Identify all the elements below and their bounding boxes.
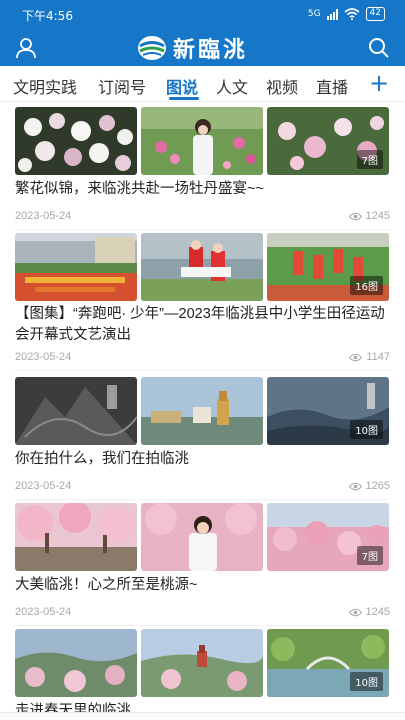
thumbnail[interactable]: 10图	[267, 629, 389, 697]
add-channel-button[interactable]: +	[367, 70, 391, 96]
channel-tabs: 文明实践 订阅号 图说 人文 视频 直播 +	[0, 66, 405, 102]
user-icon	[16, 38, 36, 59]
photo-count-badge: 16图	[350, 276, 383, 295]
item-date: 2023-05-24	[15, 210, 72, 222]
view-count: 1147	[366, 351, 390, 363]
thumbnail-row: 10图	[15, 377, 390, 445]
photo-count-badge: 7图	[356, 150, 383, 169]
thumbnail[interactable]	[15, 503, 137, 571]
user-button[interactable]	[12, 34, 40, 62]
tab-wenming[interactable]: 文明实践	[13, 74, 77, 98]
wifi-icon	[344, 8, 360, 20]
thumbnail[interactable]	[15, 233, 137, 301]
search-icon	[369, 38, 389, 58]
thumbnail[interactable]	[141, 377, 263, 445]
eye-icon	[348, 608, 362, 616]
thumbnail[interactable]: 7图	[267, 107, 389, 175]
battery-icon: 42	[365, 7, 385, 21]
item-views: 1245	[348, 210, 390, 222]
thumbnail[interactable]	[141, 629, 263, 697]
active-tab-indicator	[169, 97, 199, 100]
eye-icon	[348, 212, 362, 220]
item-date: 2023-05-24	[15, 480, 72, 492]
divider	[15, 499, 390, 500]
search-button[interactable]	[365, 34, 393, 62]
view-count: 1265	[365, 480, 390, 492]
item-title[interactable]: 你在拍什么，我们在拍临洮	[15, 449, 395, 470]
photo-feed: 7图 繁花似锦，来临洮共赴一场牡丹盛宴~~ 2023-05-24 1245 16…	[0, 102, 405, 720]
status-time: 下午4:56	[22, 9, 73, 23]
tab-zhibo[interactable]: 直播	[316, 74, 348, 98]
logo-text: 新臨洮	[173, 37, 249, 63]
top-bar: 下午4:56 5G 42 新臨洮	[0, 0, 405, 66]
photo-count-badge: 10图	[350, 420, 383, 439]
view-count: 1245	[365, 210, 390, 222]
view-count: 1245	[365, 606, 390, 618]
eye-icon	[349, 353, 363, 361]
tab-renwen[interactable]: 人文	[216, 74, 248, 98]
app-logo: 新臨洮	[137, 32, 248, 64]
item-date: 2023-05-24	[15, 351, 72, 363]
item-title[interactable]: 【图集】“奔跑吧· 少年”—2023年临洮县中小学生田径运动会开幕式文艺演出	[15, 304, 395, 346]
tab-dingyue[interactable]: 订阅号	[98, 74, 146, 98]
thumbnail[interactable]	[15, 629, 137, 697]
divider	[15, 625, 390, 626]
photo-count-badge: 7图	[356, 546, 383, 565]
thumbnail-row: 16图	[15, 233, 390, 301]
divider	[15, 229, 390, 230]
tab-shipin[interactable]: 视频	[266, 74, 298, 98]
item-views: 1147	[349, 351, 390, 363]
signal-icon	[326, 8, 338, 20]
thumbnail[interactable]	[15, 107, 137, 175]
thumbnail[interactable]	[141, 503, 263, 571]
thumbnail[interactable]: 10图	[267, 377, 389, 445]
app-header: 新臨洮	[0, 30, 405, 66]
tab-tushuo[interactable]: 图说	[166, 74, 198, 98]
thumbnail[interactable]: 7图	[267, 503, 389, 571]
item-date: 2023-05-24	[15, 606, 72, 618]
item-views: 1245	[348, 606, 390, 618]
photo-count-badge: 10图	[350, 672, 383, 691]
thumbnail-row: 7图	[15, 107, 390, 175]
logo-mark-icon	[138, 36, 166, 60]
item-views: 1265	[348, 480, 390, 492]
app-screen: 下午4:56 5G 42 新臨洮 文明实践 订阅号 图说 人文 视频 直播 + …	[0, 0, 405, 720]
divider	[15, 370, 390, 371]
item-title[interactable]: 大美临洮！心之所至是桃源~	[15, 575, 395, 596]
thumbnail-row: 7图	[15, 503, 390, 571]
thumbnail[interactable]	[141, 233, 263, 301]
eye-icon	[348, 482, 362, 490]
network-label: 5G	[307, 9, 321, 19]
status-icons: 5G 42	[308, 7, 385, 21]
item-title[interactable]: 繁花似锦，来临洮共赴一场牡丹盛宴~~	[15, 179, 395, 200]
thumbnail-row: 10图	[15, 629, 390, 697]
thumbnail[interactable]	[141, 107, 263, 175]
bottom-nav	[0, 712, 405, 720]
status-bar: 下午4:56 5G 42	[0, 0, 405, 30]
thumbnail[interactable]: 16图	[267, 233, 389, 301]
thumbnail[interactable]	[15, 377, 137, 445]
